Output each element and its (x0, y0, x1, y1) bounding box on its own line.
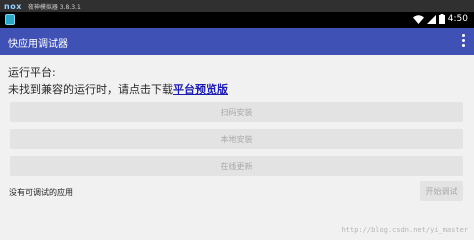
platform-preview-link[interactable]: 平台预览版 (173, 83, 228, 96)
app-title: 快应用调试器 (8, 39, 68, 50)
no-apps-text: 没有可调试的应用 (9, 188, 73, 197)
app-notification-icon (5, 14, 15, 25)
emulator-title: 夜神模拟器 3.8.3.1 (27, 3, 81, 11)
scan-install-button[interactable]: 扫码安装 (10, 102, 463, 122)
status-bar: 4:50 (0, 12, 474, 28)
platform-message-text: 未找到兼容的运行时，请点击下载 (8, 83, 173, 96)
platform-message: 未找到兼容的运行时，请点击下载平台预览版 (8, 81, 228, 97)
wifi-icon (412, 14, 424, 24)
local-install-button[interactable]: 本地安装 (10, 129, 463, 149)
watermark: http://blog.csdn.net/yi_master (341, 226, 468, 234)
nox-logo: nox (4, 1, 22, 11)
overflow-menu-icon[interactable] (462, 34, 466, 49)
platform-label: 运行平台: (8, 66, 56, 79)
start-debug-button[interactable]: 开始调试 (420, 181, 463, 201)
emulator-titlebar: nox 夜神模拟器 3.8.3.1 (0, 0, 474, 12)
app-bar: 快应用调试器 (0, 28, 474, 55)
battery-icon (438, 14, 445, 24)
signal-icon (426, 14, 436, 24)
status-time: 4:50 (447, 14, 468, 24)
online-update-button[interactable]: 在线更新 (10, 156, 463, 176)
